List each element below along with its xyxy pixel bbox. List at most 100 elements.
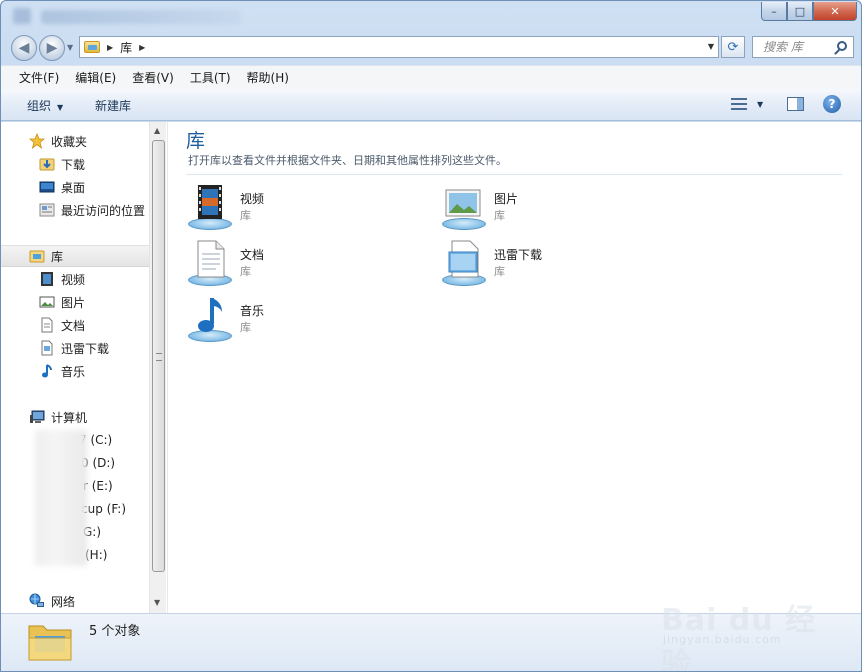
pictures-library-icon (440, 184, 488, 232)
page-title: 库 (186, 130, 206, 152)
forward-button[interactable]: ▶ (39, 35, 65, 61)
organize-button[interactable]: 组织 ▼ (27, 97, 63, 114)
window-controls: – □ ✕ (761, 2, 857, 21)
scroll-thumb[interactable] (152, 140, 165, 572)
breadcrumb-chevron-icon[interactable]: ▶ (139, 43, 145, 52)
menu-tools[interactable]: 工具(T) (182, 69, 239, 86)
search-box[interactable] (752, 36, 854, 58)
item-count: 5 个对象 (89, 624, 141, 639)
music-library-icon (186, 296, 234, 344)
network-icon (29, 593, 45, 609)
menu-bar: 文件(F) 编辑(E) 查看(V) 工具(T) 帮助(H) (1, 65, 861, 89)
help-icon[interactable]: ? (823, 95, 841, 113)
refresh-icon: ⟳ (727, 39, 739, 55)
caret-down-icon: ▼ (757, 99, 764, 109)
nav-library-thunder-downloads[interactable]: 迅雷下载 (1, 337, 149, 359)
nav-library-documents[interactable]: 文档 (1, 314, 149, 336)
library-name: 文档 (240, 248, 265, 262)
downloads-folder-icon (39, 156, 55, 172)
forward-arrow-icon: ▶ (46, 40, 58, 56)
preview-pane-icon[interactable] (787, 97, 804, 111)
watermark-url: jingyan.baidu.com (663, 633, 782, 646)
menu-help[interactable]: 帮助(H) (239, 69, 297, 86)
title-bar[interactable]: – □ ✕ (1, 1, 861, 31)
computer-icon (29, 409, 45, 425)
nav-item-label: 图片 (61, 295, 86, 310)
refresh-button[interactable]: ⟳ (721, 36, 745, 58)
nav-item-label: 下载 (61, 157, 86, 172)
new-library-button[interactable]: 新建库 (95, 97, 131, 114)
library-tile-music[interactable]: 音乐 库 (186, 296, 426, 346)
address-bar[interactable]: ▶ 库 ▶ ▼ (79, 36, 719, 58)
scroll-down-arrow-icon[interactable]: ▼ (154, 598, 160, 607)
nav-network[interactable]: 网络 (1, 590, 149, 612)
pictures-icon (39, 294, 55, 310)
library-name: 图片 (494, 192, 519, 206)
nav-library-pictures[interactable]: 图片 (1, 291, 149, 313)
nav-favorites-desktop[interactable]: 桌面 (1, 176, 149, 198)
navigation-scrollbar[interactable]: ▲ ▼ (149, 122, 166, 613)
navigation-tree: 收藏夹 下载 桌面 最近访问的位置 库 视频 图片 文档 迅雷下载 音乐 计算机… (1, 122, 149, 613)
library-type: 库 (240, 265, 251, 278)
library-type: 库 (494, 209, 505, 222)
caret-down-icon: ▼ (57, 103, 64, 112)
change-view-button[interactable]: ▼ (731, 97, 763, 111)
library-name: 音乐 (240, 304, 265, 318)
nav-library-videos[interactable]: 视频 (1, 268, 149, 290)
video-icon (39, 271, 55, 287)
maximize-button[interactable]: □ (787, 2, 813, 21)
window-icon-blurred (13, 8, 31, 24)
nav-computer[interactable]: 计算机 (1, 406, 149, 428)
baidu-watermark: Bai du 经验 jingyan.baidu.com (661, 575, 821, 671)
header-divider (186, 174, 842, 175)
nav-libraries-label: 库 (51, 249, 64, 264)
recent-places-icon (39, 202, 55, 218)
back-button[interactable]: ◀ (11, 35, 37, 61)
nav-favorites-recent[interactable]: 最近访问的位置 (1, 199, 149, 221)
menu-edit[interactable]: 编辑(E) (67, 69, 124, 86)
nav-item-label: 桌面 (61, 180, 86, 195)
nav-item-label: 音乐 (61, 364, 86, 379)
navigation-pane: 收藏夹 下载 桌面 最近访问的位置 库 视频 图片 文档 迅雷下载 音乐 计算机… (1, 122, 167, 613)
library-type: 库 (240, 209, 251, 222)
address-history-dropdown[interactable]: ▼ (708, 42, 714, 51)
video-library-icon (186, 184, 234, 232)
window-title-blurred (41, 10, 241, 24)
command-bar: 组织 ▼ 新建库 ▼ ? (1, 89, 861, 121)
nav-favorites[interactable]: 收藏夹 (1, 130, 149, 152)
library-name: 迅雷下载 (494, 248, 543, 262)
document-icon (39, 317, 55, 333)
breadcrumb-library[interactable]: 库 (120, 39, 132, 56)
search-icon[interactable] (837, 41, 847, 51)
page-description: 打开库以查看文件并根据文件夹、日期和其他属性排列这些文件。 (188, 154, 507, 167)
documents-library-icon (186, 240, 234, 288)
library-tile-pictures[interactable]: 图片 库 (440, 184, 680, 234)
menu-view[interactable]: 查看(V) (124, 69, 182, 86)
minimize-button[interactable]: – (761, 2, 787, 21)
nav-favorites-label: 收藏夹 (51, 134, 88, 149)
star-icon (28, 132, 46, 150)
redacted-drive-names (35, 430, 87, 566)
library-tile-videos[interactable]: 视频 库 (186, 184, 426, 234)
scroll-grip-icon (156, 353, 162, 361)
library-document-icon (39, 340, 55, 356)
libraries-icon (29, 248, 45, 264)
close-button[interactable]: ✕ (813, 2, 857, 21)
libraries-folder-icon (27, 620, 73, 664)
library-tile-thunder-downloads[interactable]: 迅雷下载 库 (440, 240, 680, 290)
library-tile-documents[interactable]: 文档 库 (186, 240, 426, 290)
library-folder-icon (84, 41, 100, 53)
scroll-up-arrow-icon[interactable]: ▲ (154, 126, 160, 135)
breadcrumb-chevron-icon[interactable]: ▶ (107, 43, 113, 52)
nav-favorites-downloads[interactable]: 下载 (1, 153, 149, 175)
search-input[interactable] (763, 40, 829, 54)
music-note-icon (39, 363, 55, 379)
library-type: 库 (494, 265, 505, 278)
menu-file[interactable]: 文件(F) (11, 69, 67, 86)
navigation-row: ◀ ▶ ▼ ▶ 库 ▶ ▼ ⟳ (1, 31, 861, 63)
organize-label: 组织 (27, 99, 52, 113)
nav-library-music[interactable]: 音乐 (1, 360, 149, 382)
nav-libraries[interactable]: 库 (1, 245, 149, 267)
library-name: 视频 (240, 192, 265, 206)
recent-pages-dropdown[interactable]: ▼ (67, 43, 73, 52)
